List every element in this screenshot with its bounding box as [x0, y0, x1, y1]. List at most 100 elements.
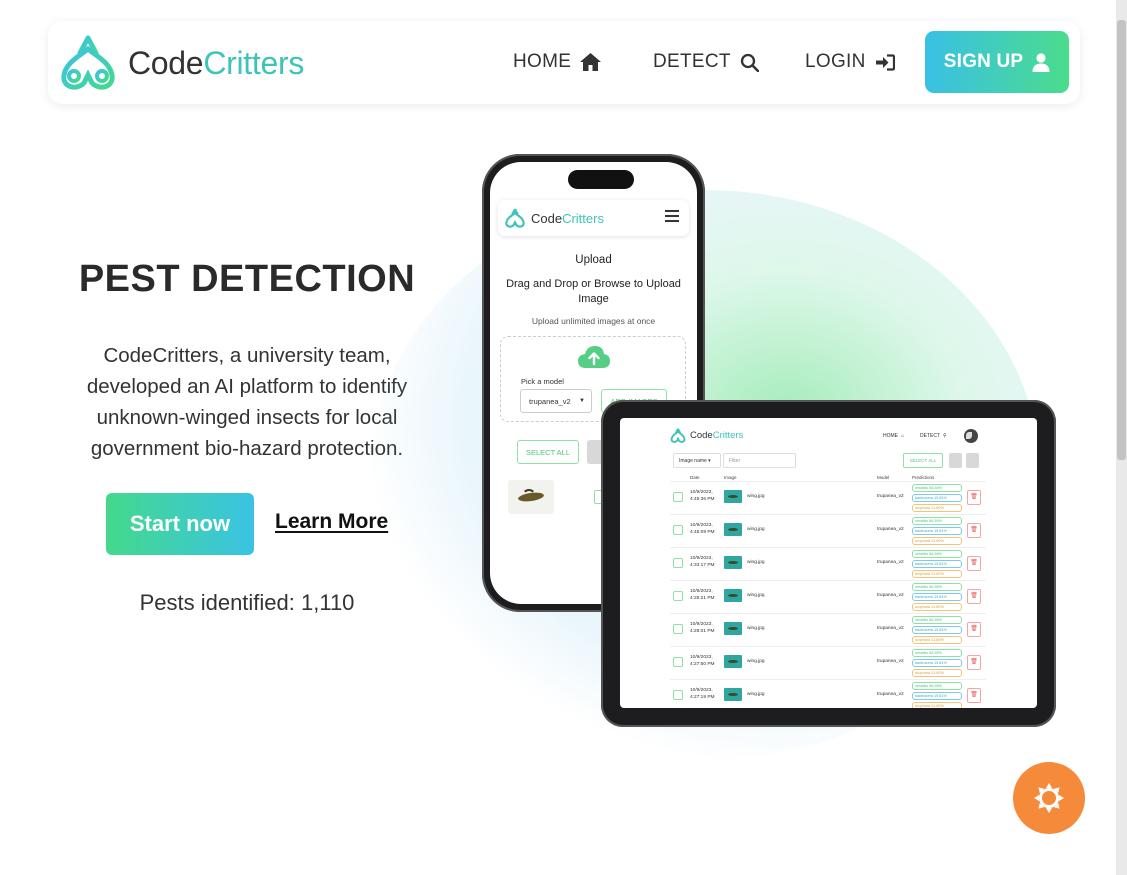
row-date: 10/9/2023, 4:33:17 PM [690, 556, 715, 568]
cloud-upload-icon [578, 346, 610, 368]
avatar [964, 429, 978, 443]
row-filename: wing.jpg [747, 593, 765, 598]
nav-home[interactable]: HOME [513, 51, 602, 73]
prediction-badge: ceratitis 68.58% [912, 649, 962, 657]
prediction-badge: bactrocera 19.81% [912, 560, 962, 568]
start-now-button[interactable]: Start now [106, 493, 254, 555]
tablet-nav-home-label: HOME [883, 433, 898, 439]
phone-brand: CodeCritters [504, 208, 604, 228]
caret-down-icon: ▼ [579, 398, 585, 404]
tablet-brand-part1: Code [690, 430, 713, 441]
row-predictions: ceratitis 68.58% bactrocera 19.81% urophor… [912, 649, 962, 679]
row-filename: wing.jpg [747, 494, 765, 499]
row-filename: wing.jpg [747, 626, 765, 631]
brand-name-part1: Code [128, 44, 204, 81]
table-row: 10/9/2023, 4:28:21 PM wing.jpg trupanea_v2… [670, 580, 986, 613]
prediction-badge: ceratitis 68.58% [912, 616, 962, 624]
prediction-badge: urophora 11.60% [912, 702, 962, 708]
nav-detect-label: DETECT [653, 51, 731, 72]
prediction-badge: ceratitis 68.58% [912, 550, 962, 558]
row-thumbnail [724, 655, 742, 668]
trash-icon: 🗑 [967, 688, 981, 703]
tablet-screen: CodeCritters HOME ⌂ DETECT ⚲ Image name ▾ … [620, 418, 1037, 708]
row-predictions: ceratitis 68.58% bactrocera 19.81% urophor… [912, 517, 962, 547]
trash-icon: 🗑 [967, 589, 981, 604]
tablet-disabled-button [949, 453, 962, 468]
table-row: 10/9/2023, 4:28:01 PM wing.jpg trupanea_v2… [670, 613, 986, 646]
row-model: trupanea_v2 [877, 626, 904, 631]
tablet-filter-select: Image name ▾ [673, 453, 721, 468]
phone-drag-drop-text: Drag and Drop or Browse to Upload Image [506, 278, 681, 305]
phone-pick-model-label: Pick a model [521, 377, 564, 386]
user-icon [1032, 52, 1050, 72]
prediction-badge: bactrocera 19.81% [912, 593, 962, 601]
row-checkbox [673, 525, 683, 535]
sun-icon [1034, 783, 1064, 813]
prediction-badge: ceratitis 68.58% [912, 517, 962, 525]
row-filename: wing.jpg [747, 527, 765, 532]
row-model: trupanea_v2 [877, 494, 904, 499]
tablet-filter-input: Filter [723, 453, 796, 468]
page-scrollbar[interactable] [1116, 0, 1127, 875]
row-model: trupanea_v2 [877, 692, 904, 697]
search-icon [740, 53, 759, 72]
nav-detect[interactable]: DETECT [653, 51, 759, 73]
row-model: trupanea_v2 [877, 659, 904, 664]
phone-model-select: trupanea_v2 ▼ [520, 389, 592, 413]
brand-name-part2: Critters [203, 44, 305, 81]
row-predictions: ceratitis 68.58% bactrocera 19.81% urophor… [912, 550, 962, 580]
nav-login[interactable]: LOGIN [805, 51, 895, 73]
phone-app-header: CodeCritters [498, 200, 689, 236]
row-filename: wing.jpg [747, 692, 765, 697]
tablet-col-model: Model [877, 475, 890, 480]
search-icon: ⚲ [943, 433, 947, 439]
home-icon: ⌂ [901, 433, 905, 439]
phone-insect-thumbnail [508, 480, 554, 514]
brand-logo[interactable]: CodeCritters [58, 35, 304, 91]
prediction-badge: urophora 11.60% [912, 504, 962, 512]
row-predictions: ceratitis 68.58% bactrocera 19.81% urophor… [912, 484, 962, 514]
codecritters-logo-icon [505, 208, 525, 228]
scrollbar-thumb[interactable] [1117, 20, 1126, 460]
row-predictions: ceratitis 68.58% bactrocera 19.81% urophor… [912, 583, 962, 613]
tablet-brand-part2: Critters [712, 430, 744, 441]
row-thumbnail [724, 688, 742, 701]
table-row: 10/9/2023, 4:45:09 PM wing.jpg trupanea_v2… [670, 514, 986, 547]
nav-home-label: HOME [513, 51, 572, 72]
tablet-nav-home: HOME ⌂ [883, 433, 904, 439]
row-date: 10/9/2023, 4:45:09 PM [690, 523, 715, 535]
hamburger-menu-icon [665, 210, 679, 222]
row-date: 10/9/2023, 4:27:19 PM [690, 688, 715, 700]
codecritters-logo-icon [61, 35, 115, 90]
tablet-select-all-button: SELECT ALL [903, 453, 943, 468]
prediction-badge: bactrocera 19.81% [912, 527, 962, 535]
prediction-badge: urophora 11.60% [912, 603, 962, 611]
trash-icon: 🗑 [967, 490, 981, 505]
row-filename: wing.jpg [747, 560, 765, 565]
tablet-brand: CodeCritters [670, 428, 743, 443]
tablet-col-predictions: Predictions [912, 475, 935, 480]
tablet-app-header: CodeCritters HOME ⌂ DETECT ⚲ [670, 426, 986, 446]
prediction-badge: bactrocera 19.81% [912, 626, 962, 634]
table-row: 10/9/2023, 4:33:17 PM wing.jpg trupanea_v2… [670, 547, 986, 580]
row-checkbox [673, 558, 683, 568]
row-model: trupanea_v2 [877, 593, 904, 598]
phone-model-value: trupanea_v2 [529, 397, 571, 406]
row-predictions: ceratitis 68.58% bactrocera 19.81% urophor… [912, 616, 962, 646]
navbar: CodeCritters HOME DETECT LOGIN SIGN UP [48, 21, 1080, 104]
home-icon [580, 53, 602, 71]
codecritters-logo-icon [670, 428, 686, 443]
prediction-badge: ceratitis 68.58% [912, 682, 962, 690]
signup-button[interactable]: SIGN UP [925, 31, 1069, 93]
theme-toggle-button[interactable] [1013, 762, 1085, 834]
row-date: 10/9/2023, 4:45:36 PM [690, 490, 715, 502]
row-predictions: ceratitis 68.58% bactrocera 19.81% urophor… [912, 682, 962, 708]
phone-brand-part1: Code [531, 210, 563, 226]
prediction-badge: bactrocera 19.81% [912, 692, 962, 700]
table-row: 10/9/2023, 4:27:19 PM wing.jpg trupanea_v2… [670, 679, 986, 708]
phone-notch [568, 170, 634, 189]
hero-title: PEST DETECTION [78, 258, 416, 300]
learn-more-link[interactable]: Learn More [275, 510, 388, 534]
row-model: trupanea_v2 [877, 527, 904, 532]
row-checkbox [673, 657, 683, 667]
